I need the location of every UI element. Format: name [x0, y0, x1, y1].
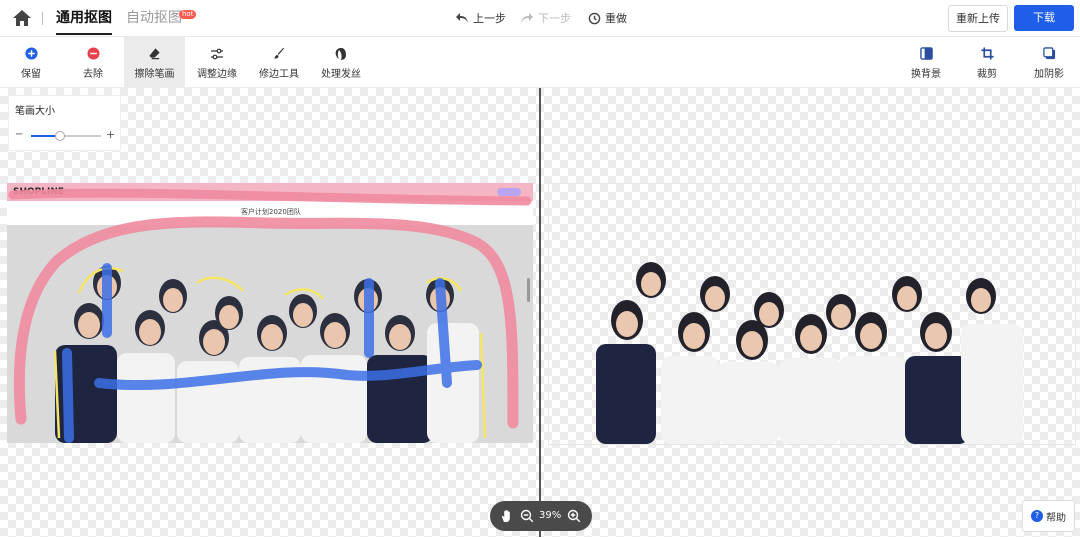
tool-crop[interactable]: 裁剪	[972, 37, 1002, 87]
tool-hair-label: 处理发丝	[321, 69, 361, 80]
home-icon[interactable]	[12, 9, 32, 27]
brush-size-increase[interactable]: +	[106, 128, 115, 141]
help-icon: ?	[1031, 510, 1043, 522]
brush-icon	[272, 46, 287, 61]
history-icon	[588, 12, 601, 24]
people-silhouettes-left	[55, 266, 479, 443]
tool-keep-label: 保留	[21, 69, 41, 80]
tool-trim-edge-label: 修边工具	[259, 69, 299, 80]
separator	[42, 12, 43, 25]
redo-button[interactable]: 下一步	[520, 10, 571, 26]
undo-icon	[456, 13, 468, 23]
tool-hair[interactable]: 处理发丝	[316, 37, 366, 87]
tab-auto-cutout[interactable]: 自动抠图	[126, 9, 182, 27]
tab-general-cutout[interactable]: 通用抠图	[56, 9, 112, 35]
tool-erase-stroke[interactable]: 擦除笔画	[124, 37, 185, 87]
tool-adjust-edge[interactable]: 调整边缘	[192, 37, 242, 87]
reset-label: 重做	[605, 12, 627, 25]
plus-circle-icon	[24, 46, 39, 61]
redo-label: 下一步	[538, 12, 571, 25]
tool-add-shadow[interactable]: 加阴影	[1030, 37, 1068, 87]
brush-size-slider[interactable]	[31, 131, 101, 141]
hand-icon[interactable]	[500, 509, 514, 523]
help-label: 帮助	[1046, 512, 1066, 524]
keep-stroke-top	[8, 188, 532, 206]
tool-trim-edge[interactable]: 修边工具	[254, 37, 304, 87]
tool-change-background[interactable]: 换背景	[906, 37, 946, 87]
shadow-icon	[1042, 46, 1057, 61]
undo-button[interactable]: 上一步	[455, 10, 506, 26]
hair-icon	[334, 46, 349, 61]
brush-size-title: 笔画大小	[15, 106, 55, 117]
hot-badge: hot	[179, 10, 197, 19]
source-scrollbar	[527, 278, 530, 302]
tab-auto-cutout-label: 自动抠图	[126, 10, 182, 26]
top-bar: 通用抠图 自动抠图 hot 上一步 下一步 重做 重新上传 下载	[0, 0, 1080, 37]
redo-icon	[521, 13, 533, 23]
tool-remove[interactable]: 去除	[74, 37, 112, 87]
help-button[interactable]: ? 帮助	[1022, 500, 1075, 532]
download-button[interactable]: 下载	[1014, 5, 1074, 31]
tool-crop-label: 裁剪	[977, 69, 997, 80]
zoom-out-icon[interactable]	[520, 509, 534, 523]
eraser-icon	[147, 46, 162, 61]
tool-erase-stroke-label: 擦除笔画	[134, 69, 175, 80]
minus-circle-icon	[86, 46, 101, 61]
tool-remove-label: 去除	[83, 69, 103, 80]
tool-add-shadow-label: 加阴影	[1034, 69, 1064, 80]
brush-size-decrease[interactable]: −	[15, 129, 23, 140]
crop-icon	[980, 46, 995, 61]
brush-size-panel: 笔画大小 − +	[8, 95, 121, 151]
active-tab-underline	[56, 33, 112, 35]
undo-label: 上一步	[473, 12, 506, 25]
brush-size-slider-handle[interactable]	[55, 131, 65, 141]
result-image[interactable]	[548, 183, 1076, 445]
zoom-in-icon[interactable]	[567, 509, 581, 523]
zoom-level: 39%	[539, 510, 562, 521]
tab-general-cutout-label: 通用抠图	[56, 10, 112, 26]
zoom-control: 39%	[490, 501, 592, 531]
reset-button[interactable]: 重做	[588, 10, 627, 26]
source-image[interactable]: SHOPLINE 客户计划2020团队	[7, 183, 533, 443]
background-icon	[919, 46, 934, 61]
compare-divider[interactable]	[539, 88, 541, 537]
tool-adjust-edge-label: 调整边缘	[197, 69, 237, 80]
tool-bar: 保留 去除 擦除笔画 调整边缘 修边工具 处理发丝 换背景 裁剪 加阴影	[0, 37, 1080, 88]
people-group-right	[596, 262, 1023, 444]
tool-keep[interactable]: 保留	[12, 37, 50, 87]
tool-change-background-label: 换背景	[911, 69, 941, 80]
sliders-icon	[210, 46, 225, 61]
people-group-left	[8, 188, 532, 443]
reupload-button[interactable]: 重新上传	[948, 5, 1008, 32]
